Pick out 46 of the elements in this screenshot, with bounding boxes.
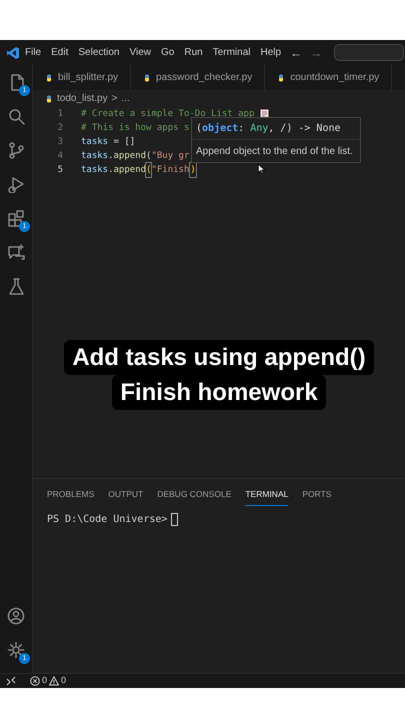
menu-item[interactable]: File	[20, 45, 46, 60]
signature-text: (object: Any, /) -> None	[192, 118, 360, 140]
panel-tab[interactable]: OUTPUT	[108, 484, 144, 506]
python-file-icon	[277, 74, 286, 82]
line-number: 2	[56, 122, 63, 135]
code-line: tasks.append("Buy gr	[81, 150, 190, 163]
code-line: tasks = []	[81, 136, 136, 149]
panel-tab[interactable]: PORTS	[302, 484, 332, 506]
code-line: tasks.append("Finish)	[81, 163, 196, 177]
python-file-icon	[143, 74, 152, 82]
warning-icon	[49, 676, 60, 686]
python-file-icon	[45, 74, 53, 82]
menu-item[interactable]: Edit	[46, 45, 74, 60]
code-line: # Create a simple To-Do List app	[81, 108, 254, 121]
menu-item[interactable]: Go	[156, 45, 180, 60]
menu-item[interactable]: Help	[256, 45, 286, 60]
panel-tab[interactable]: TERMINAL	[245, 484, 288, 506]
caption-text: Add tasks using append()	[64, 340, 374, 375]
account-icon[interactable]	[5, 605, 27, 627]
menu-item[interactable]: Run	[179, 45, 208, 60]
error-icon	[30, 676, 40, 686]
terminal-prompt: PS D:\Code Universe>	[47, 512, 168, 527]
terminal-cursor	[171, 512, 178, 526]
problems-status[interactable]: 0 0	[30, 674, 66, 688]
tooltip-description: Append object to the end of the list.	[195, 145, 354, 159]
panel-tab[interactable]: PROBLEMS	[47, 484, 94, 506]
breadcrumb-item[interactable]: ...	[121, 91, 130, 106]
breadcrumb-item[interactable]: todo_list.py	[57, 91, 108, 106]
forward-button[interactable]: →	[306, 44, 326, 62]
panel-tab[interactable]: DEBUG CONSOLE	[157, 484, 232, 506]
search-field[interactable]	[334, 44, 404, 61]
python-file-icon	[45, 94, 53, 102]
caption-text: Finish homework	[112, 375, 326, 410]
menu-item[interactable]: View	[124, 45, 156, 60]
mouse-pointer-icon	[258, 164, 265, 174]
line-number: 3	[56, 136, 63, 149]
line-number: 1	[56, 108, 63, 121]
line-number: 5	[56, 164, 63, 177]
remote-icon[interactable]	[6, 676, 16, 686]
app-logo-icon	[6, 46, 20, 60]
back-button[interactable]: ←	[286, 44, 306, 62]
breadcrumb-separator: >	[112, 92, 118, 106]
line-number: 4	[56, 150, 63, 163]
code-line: # This is how apps s	[81, 122, 190, 135]
menu-item[interactable]: Selection	[73, 45, 124, 60]
menu-item[interactable]: Terminal	[208, 45, 256, 60]
